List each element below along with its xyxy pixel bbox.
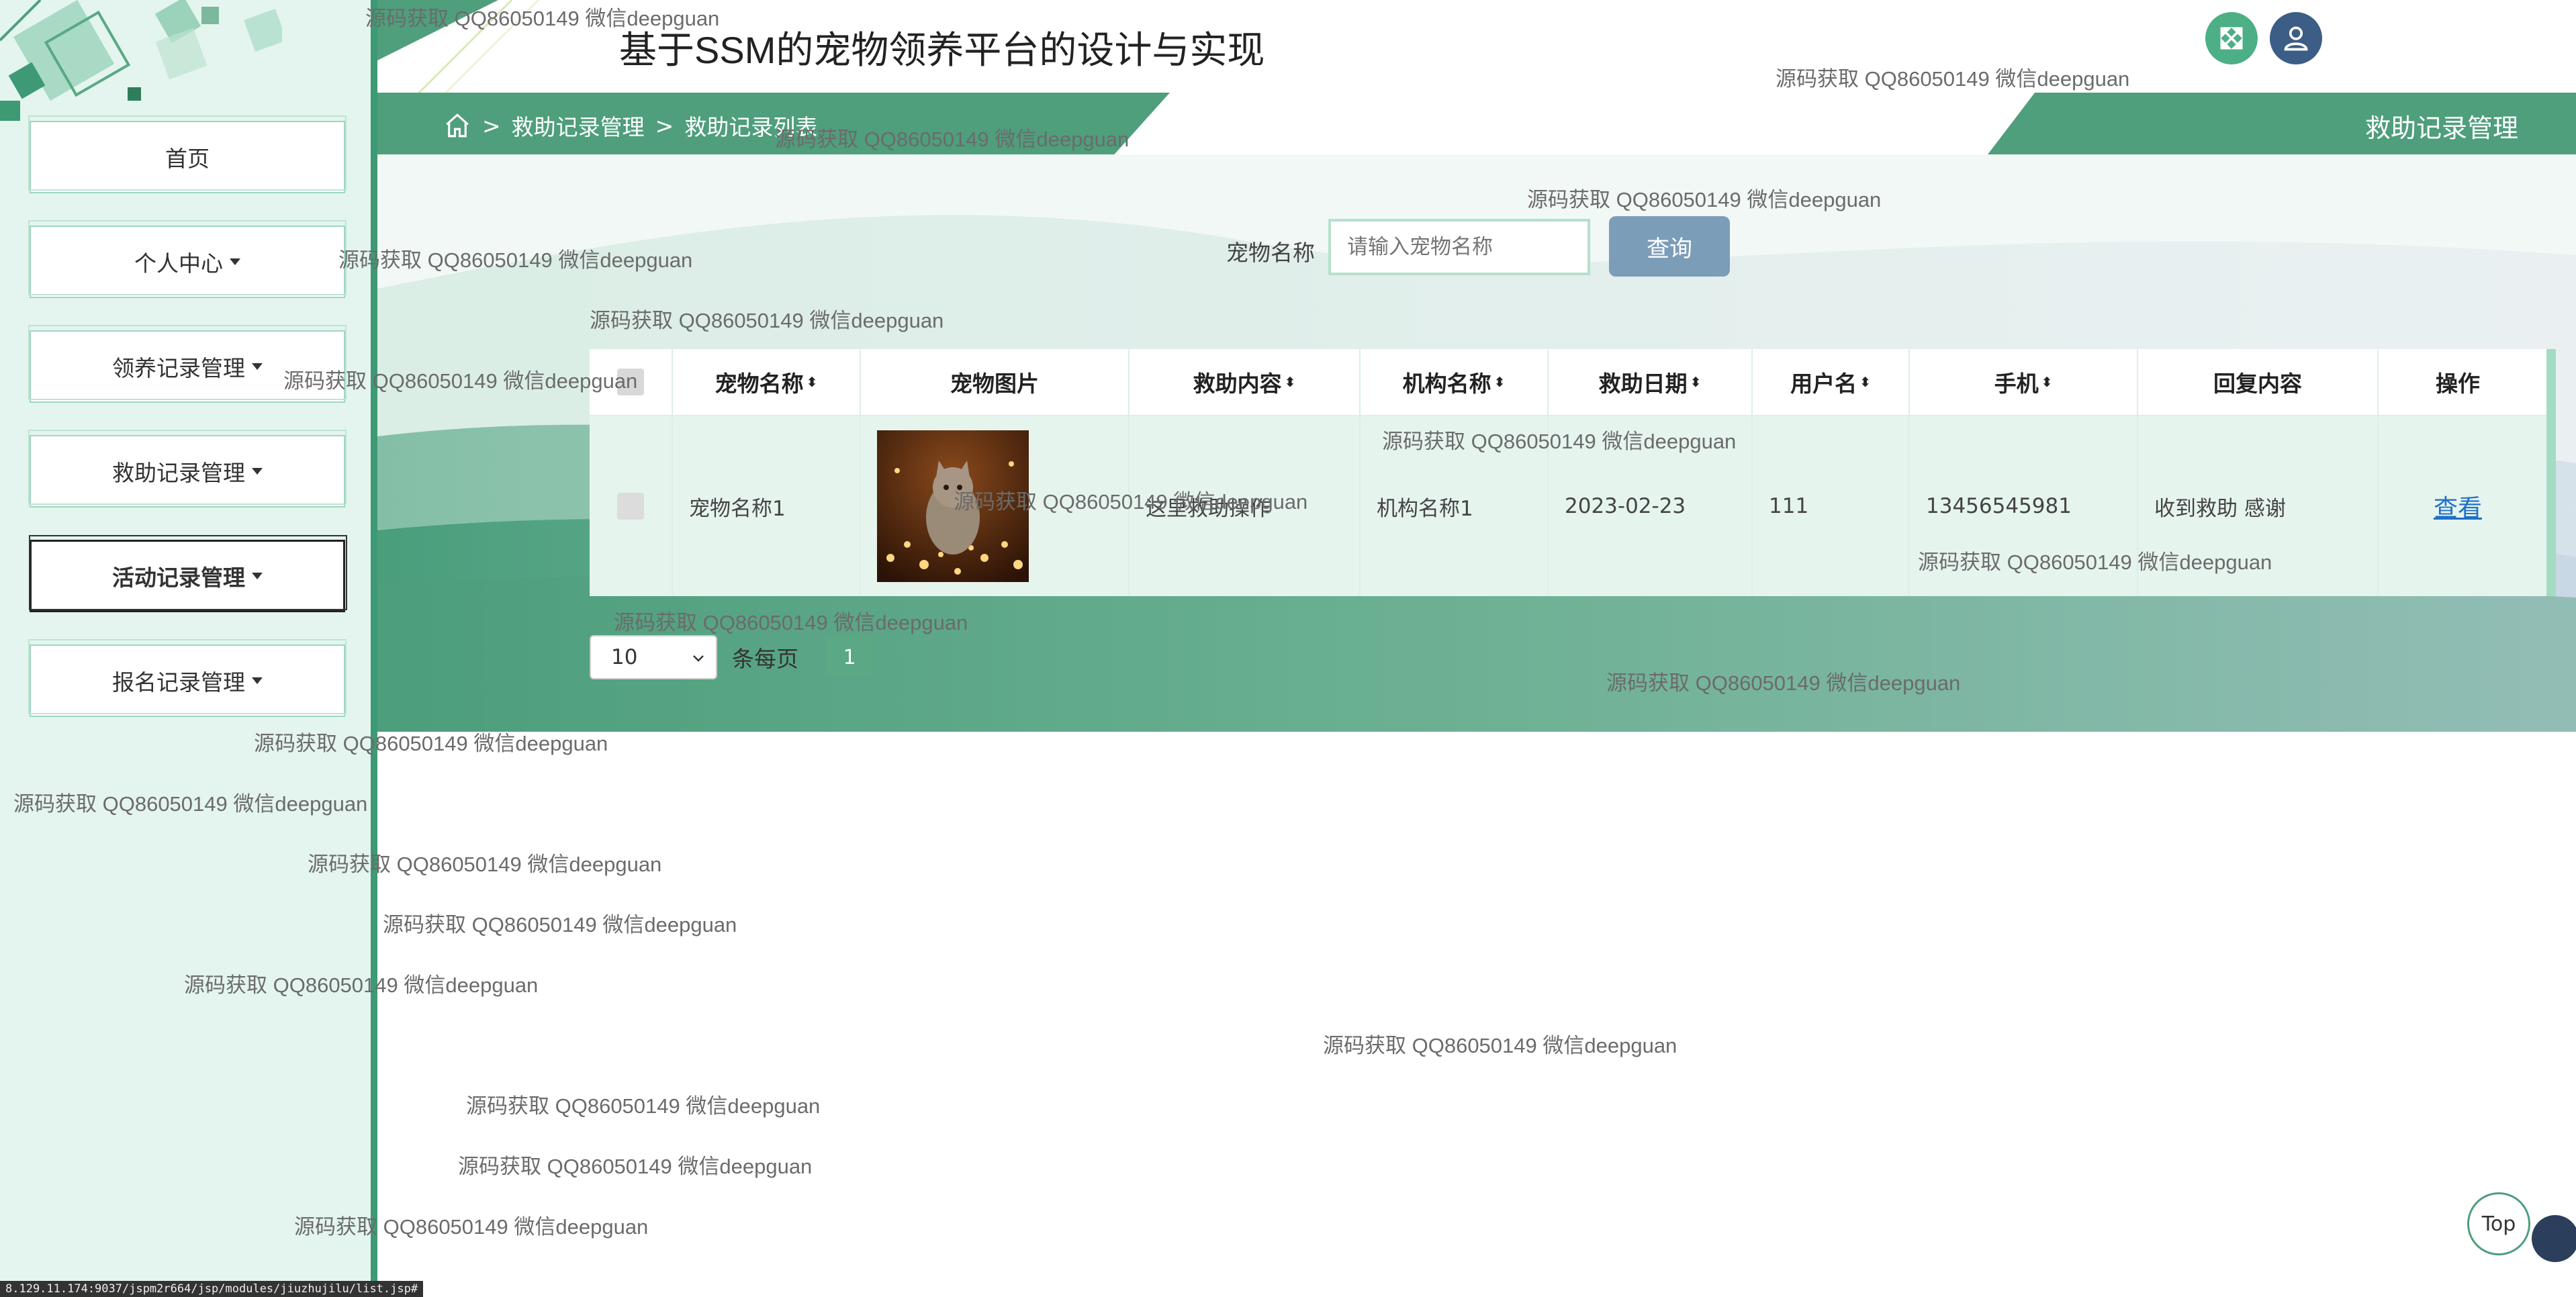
col-header-reply: 回复内容: [2137, 349, 2377, 415]
pet-image: [877, 430, 1029, 582]
sidebar-item-rescue-records[interactable]: 救助记录管理: [28, 430, 347, 508]
fullscreen-button[interactable]: [2205, 12, 2258, 64]
cell-username: 111: [1751, 416, 1908, 596]
sort-icon: ⬍: [1284, 374, 1296, 390]
caret-down-icon: [230, 258, 240, 265]
section-title: 救助记录管理: [2364, 113, 2518, 143]
caret-down-icon: [252, 677, 263, 684]
search-button[interactable]: 查询: [1609, 216, 1730, 277]
sort-icon: ⬍: [1690, 374, 1702, 390]
breadcrumb-separator: >: [482, 112, 501, 139]
per-page-label: 条每页: [732, 646, 798, 672]
sidebar-item-label: 报名记录管理: [112, 669, 245, 695]
caret-down-icon: [252, 363, 263, 370]
cell-phone: 13456545981: [1908, 416, 2137, 596]
select-all-header[interactable]: [590, 349, 672, 415]
search-label: 宠物名称: [1226, 240, 1315, 266]
sidebar-item-personal-center[interactable]: 个人中心: [28, 220, 347, 298]
caret-down-icon: [252, 573, 263, 579]
sort-icon: ⬍: [2041, 374, 2053, 390]
watermark-text: 源码获取 QQ86050149 微信deepguan: [458, 1155, 813, 1178]
user-button[interactable]: [2270, 12, 2322, 64]
cell-reply: 收到救助 感谢: [2137, 416, 2377, 596]
row-select-cell[interactable]: [590, 416, 672, 596]
page-title: 基于SSM的宠物领养平台的设计与实现: [619, 29, 1265, 71]
col-header-pet-name[interactable]: 宠物名称 ⬍: [672, 349, 860, 415]
back-to-top-button[interactable]: Top: [2467, 1192, 2530, 1255]
avatar[interactable]: [2532, 1215, 2576, 1262]
select-all-checkbox[interactable]: [617, 369, 644, 395]
col-header-rescue-content[interactable]: 救助内容 ⬍: [1128, 349, 1359, 415]
status-bar-url: 8.129.11.174:9037/jspm2r664/jsp/modules/…: [0, 1281, 424, 1297]
watermark-text: 源码获取 QQ86050149 微信deepguan: [1323, 1034, 1677, 1057]
cell-pet-image: [860, 416, 1128, 596]
watermark-text: 源码获取 QQ86050149 微信deepguan: [466, 1094, 821, 1118]
sidebar-item-label: 活动记录管理: [112, 565, 245, 591]
home-icon[interactable]: [443, 111, 471, 140]
page-number-button[interactable]: 1: [825, 637, 874, 677]
chevron-down-icon: [693, 655, 704, 662]
pagination: 10 条每页 1: [590, 635, 874, 679]
col-header-pet-image: 宠物图片: [860, 349, 1128, 415]
sidebar-item-label: 救助记录管理: [112, 460, 245, 486]
row-checkbox[interactable]: [617, 493, 644, 520]
sidebar: 首页 个人中心 领养记录管理 救助记录管理 活动记录管理 报名记录管理: [0, 0, 371, 1297]
page-size-select[interactable]: 10: [590, 635, 717, 679]
col-header-action: 操作: [2377, 349, 2537, 415]
sidebar-item-label: 个人中心: [134, 250, 223, 277]
sort-icon: ⬍: [1493, 374, 1506, 390]
sidebar-item-activity-records[interactable]: 活动记录管理: [29, 535, 347, 612]
watermark-text: 源码获取 QQ86050149 微信deepguan: [383, 913, 737, 936]
sidebar-item-signup-records[interactable]: 报名记录管理: [28, 639, 347, 717]
user-icon: [2284, 26, 2308, 51]
sidebar-item-adoption-records[interactable]: 领养记录管理: [28, 325, 347, 403]
col-header-phone[interactable]: 手机 ⬍: [1908, 349, 2137, 415]
breadcrumb-item[interactable]: 救助记录管理: [512, 109, 645, 142]
breadcrumb-separator: >: [655, 112, 674, 139]
cell-rescue-date: 2023-02-23: [1547, 416, 1751, 596]
col-header-username[interactable]: 用户名 ⬍: [1751, 349, 1908, 415]
header-decoration: [377, 0, 539, 94]
sidebar-item-label: 首页: [165, 146, 210, 172]
sort-icon: ⬍: [806, 374, 818, 390]
sidebar-decoration: [0, 0, 282, 121]
page-size-value: 10: [611, 645, 638, 669]
breadcrumb: > 救助记录管理 > 救助记录列表: [443, 109, 817, 142]
sidebar-border: [371, 0, 377, 1297]
sort-icon: ⬍: [1859, 374, 1871, 390]
sidebar-item-label: 领养记录管理: [112, 355, 245, 381]
caret-down-icon: [252, 468, 263, 475]
cell-org-name: 机构名称1: [1359, 416, 1547, 596]
cell-action: 查看: [2377, 416, 2537, 596]
col-header-org-name[interactable]: 机构名称 ⬍: [1359, 349, 1547, 415]
sidebar-item-home[interactable]: 首页: [28, 115, 347, 193]
pet-name-search-input[interactable]: [1328, 219, 1590, 275]
view-link[interactable]: 查看: [2434, 489, 2482, 524]
breadcrumb-item: 救助记录列表: [684, 114, 818, 140]
cell-rescue-content: 这里救助操作: [1128, 416, 1359, 596]
rescue-records-table: 宠物名称 ⬍ 宠物图片 救助内容 ⬍ 机构名称 ⬍ 救助日期 ⬍ 用户名 ⬍ 手机 ⬍ 回复…: [590, 349, 2556, 596]
col-header-rescue-date[interactable]: 救助日期 ⬍: [1547, 349, 1751, 415]
fullscreen-icon: [2220, 27, 2243, 50]
cell-pet-name: 宠物名称1: [672, 416, 860, 596]
